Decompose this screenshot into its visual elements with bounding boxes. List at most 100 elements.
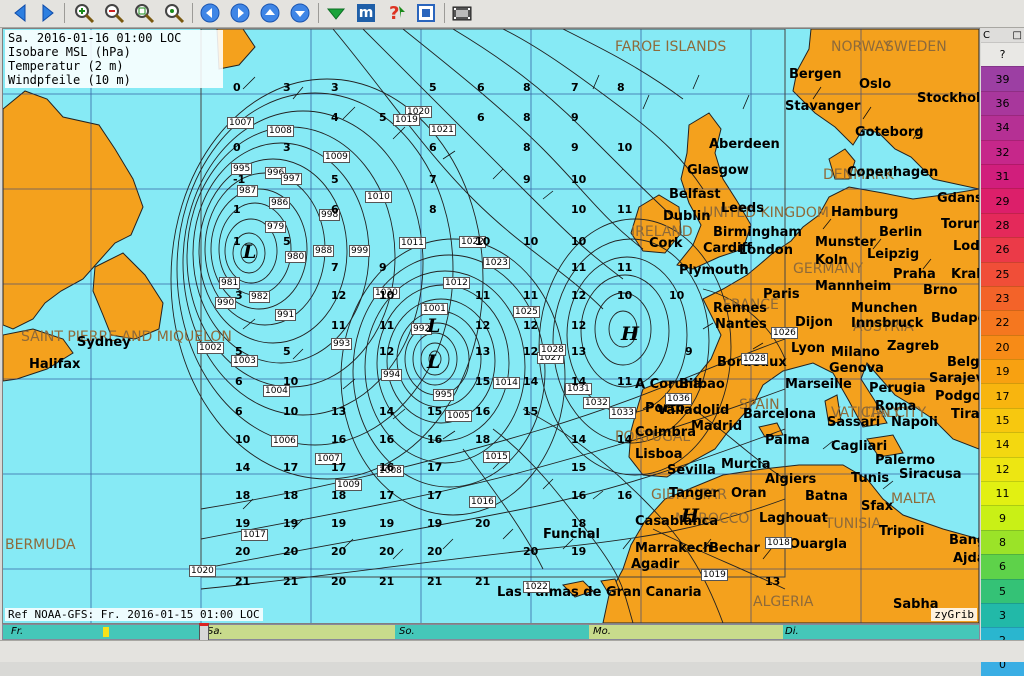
city-label: Genova: [829, 361, 884, 376]
temperature-value: 10: [571, 173, 587, 186]
city-label: Ouargla: [789, 537, 848, 552]
temperature-value: 7: [429, 173, 437, 186]
previous-step-button[interactable]: [198, 2, 222, 24]
pressure-value: 1025: [513, 306, 540, 318]
temperature-value: 6: [477, 81, 485, 94]
temperature-value: 14: [523, 375, 539, 388]
city-label: Hamburg: [831, 205, 899, 220]
zoom-in-icon: [75, 4, 95, 24]
temperature-value: 7: [331, 261, 339, 274]
city-label: Tripoli: [879, 524, 925, 539]
zoom-fit-icon: [135, 4, 155, 24]
temperature-value: 11: [523, 289, 539, 302]
zoom-fit-button[interactable]: [132, 2, 156, 24]
pressure-value: 994: [381, 369, 403, 381]
temperature-value: 10: [571, 203, 587, 216]
city-label: Koln: [815, 253, 848, 268]
meteoblue-button[interactable]: m: [354, 2, 378, 24]
weather-map[interactable]: FAROE ISLANDS NORWAY SWEDEN SAINT PIERRE AN…: [2, 28, 980, 624]
go-down-button[interactable]: [288, 2, 312, 24]
pressure-value: 980: [285, 251, 307, 263]
temperature-value: 6: [235, 405, 243, 418]
legend-value: 19: [981, 359, 1024, 384]
pressure-value: 1028: [539, 344, 566, 356]
city-label: Lyon: [791, 341, 826, 356]
temperature-value: 7: [571, 81, 579, 94]
temperature-value: 3: [283, 81, 291, 94]
pressure-value: 991: [275, 309, 297, 321]
region-label: NORWAY: [831, 39, 892, 55]
city-label: Budapest: [931, 311, 979, 326]
temperature-value: 10: [617, 289, 633, 302]
temperature-value: 19: [571, 545, 587, 558]
legend-value: 3: [981, 602, 1024, 628]
zoom-in-button[interactable]: [72, 2, 96, 24]
temperature-value: 20: [475, 517, 491, 530]
film-strip-icon: [452, 6, 472, 21]
help-button[interactable]: ?: [384, 2, 408, 24]
select-button[interactable]: [414, 2, 438, 24]
temperature-value: 20: [427, 545, 443, 558]
back-arrow-button[interactable]: [8, 2, 32, 24]
city-label: Bilbao: [679, 377, 725, 392]
zoom-out-button[interactable]: [102, 2, 126, 24]
temperature-value: 12: [331, 289, 347, 302]
temperature-value: 8: [523, 111, 531, 124]
legend-close-icon[interactable]: □: [1013, 30, 1022, 41]
city-label: Napoli: [891, 415, 938, 430]
city-label: Cork: [649, 236, 683, 251]
pressure-value: 1006: [271, 435, 298, 447]
go-up-button[interactable]: [258, 2, 282, 24]
temperature-value: 12: [571, 289, 587, 302]
city-label: Brno: [923, 283, 958, 298]
download-button[interactable]: [324, 2, 348, 24]
temperature-value: 16: [331, 433, 347, 446]
temperature-value: 9: [523, 173, 531, 186]
toolbar: m ?: [0, 0, 1024, 28]
city-label: Belgrade: [947, 355, 980, 370]
temperature-value: 19: [235, 517, 251, 530]
temperature-value: 5: [331, 173, 339, 186]
pressure-value: 1021: [429, 124, 456, 136]
city-label: Dublin: [663, 209, 711, 224]
city-label: Bergen: [789, 67, 842, 82]
city-label: Roma: [875, 399, 917, 414]
city-label: Milano: [831, 345, 880, 360]
help-icon: ?: [389, 3, 405, 24]
city-label: Sfax: [861, 499, 894, 514]
temperature-value: 6: [477, 111, 485, 124]
city-label: Birmingham: [713, 225, 802, 240]
temperature-value: 10: [523, 235, 539, 248]
temperature-value: 6: [331, 203, 339, 216]
region-label: MALTA: [891, 491, 936, 507]
temperature-value: 16: [571, 489, 587, 502]
temperature-value: -1: [233, 173, 246, 186]
legend-value: 8: [981, 529, 1024, 555]
legend-value: 25: [981, 261, 1024, 286]
forward-arrow-button[interactable]: [36, 2, 60, 24]
temperature-value: 11: [617, 375, 633, 388]
temperature-value: 5: [283, 235, 291, 248]
legend-question: ?: [981, 42, 1024, 67]
legend-value: 23: [981, 285, 1024, 311]
timeline[interactable]: Fr. Sa. So. Mo. Di.: [2, 623, 980, 645]
temperature-value: 21: [379, 575, 395, 588]
pressure-value: 1008: [267, 125, 294, 137]
back-arrow-icon: [14, 3, 26, 23]
zoom-all-button[interactable]: [162, 2, 186, 24]
city-label: Perugia: [869, 381, 926, 396]
city-label: Paris: [763, 287, 800, 302]
temperature-value: 10: [475, 235, 491, 248]
status-bar: [0, 640, 1024, 662]
film-strip-button[interactable]: [450, 2, 474, 24]
city-label: Laghouat: [759, 511, 828, 526]
city-label: Siracusa: [899, 467, 962, 482]
temperature-value: 11: [331, 319, 347, 332]
temperature-value: 4: [331, 111, 339, 124]
city-label: Rennes: [713, 301, 767, 316]
region-label: TUNISIA: [825, 516, 881, 532]
pressure-value: 1022: [523, 581, 550, 593]
region-label: BERMUDA: [5, 537, 76, 553]
next-step-button[interactable]: [228, 2, 252, 24]
legend-value: 29: [981, 188, 1024, 213]
